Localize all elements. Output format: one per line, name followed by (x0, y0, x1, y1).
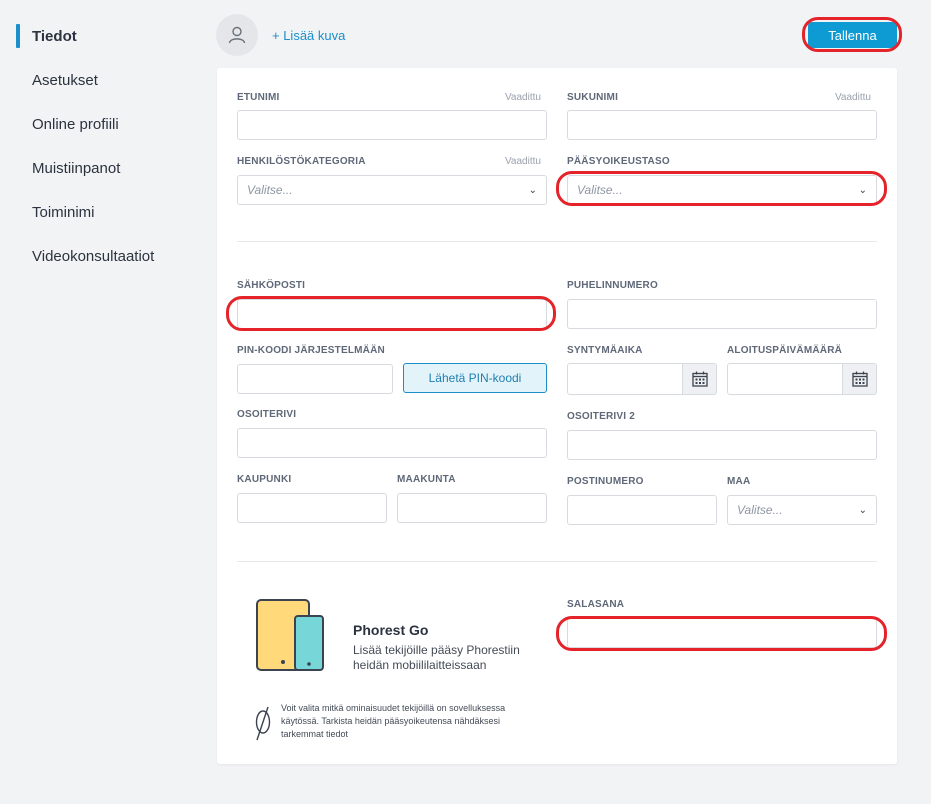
phorest-go-description: Lisää tekijöille pääsy Phorestiin heidän… (353, 643, 520, 672)
address2-input[interactable] (567, 430, 877, 460)
access-level-select[interactable]: Valitse... ⌄ (567, 175, 877, 205)
country-label: MAA (727, 476, 751, 487)
address2-label: OSOITERIVI 2 (567, 411, 635, 422)
section-divider (237, 241, 877, 242)
phorest-go-note: Voit valita mitkä ominaisuudet tekijöill… (281, 703, 506, 739)
email-input[interactable] (237, 299, 547, 329)
phorest-go-title: Phorest Go (353, 622, 429, 638)
phone-input[interactable] (567, 299, 877, 329)
staff-category-label: HENKILÖSTÖKATEGORIA (237, 156, 366, 167)
calendar-icon (691, 371, 708, 387)
sidebar-item-online-profiili[interactable]: Online profiili (32, 116, 119, 133)
pin-label: PIN-KOODI JÄRJESTELMÄÄN (237, 345, 385, 356)
birthday-calendar-button[interactable] (683, 363, 717, 395)
country-placeholder: Valitse... (737, 503, 783, 517)
no-mobile-icon (255, 706, 271, 741)
sidebar-item-tiedot[interactable]: Tiedot (32, 28, 77, 45)
start-date-label: ALOITUSPÄIVÄMÄÄRÄ (727, 345, 843, 356)
send-pin-button[interactable]: Lähetä PIN-koodi (403, 363, 547, 393)
access-level-placeholder: Valitse... (577, 183, 623, 197)
first-name-label: ETUNIMI (237, 92, 280, 103)
staff-category-select[interactable]: Valitse... ⌄ (237, 175, 547, 205)
last-name-required: Vaadittu (835, 92, 871, 103)
city-input[interactable] (237, 493, 387, 523)
phone-tablet-illustration-icon (256, 599, 324, 671)
sidebar-item-muistiinpanot[interactable]: Muistiinpanot (32, 160, 120, 177)
start-date-input[interactable] (727, 363, 843, 395)
address1-label: OSOITERIVI (237, 409, 297, 420)
chevron-down-icon: ⌄ (858, 184, 867, 196)
section-divider (237, 561, 877, 562)
profile-form-card: ETUNIMI Vaadittu SUKUNIMI Vaadittu HENKI… (217, 68, 897, 764)
region-input[interactable] (397, 493, 547, 523)
chevron-down-icon: ⌄ (528, 184, 537, 196)
access-level-label: PÄÄSYOIKEUSTASO (567, 156, 670, 167)
staff-category-required: Vaadittu (505, 156, 541, 167)
user-icon (228, 26, 246, 44)
phone-label: PUHELINNUMERO (567, 280, 658, 291)
last-name-input[interactable] (567, 110, 877, 140)
avatar[interactable] (216, 14, 258, 56)
last-name-label: SUKUNIMI (567, 92, 619, 103)
sidebar-item-toiminimi[interactable]: Toiminimi (32, 204, 95, 221)
chevron-down-icon: ⌄ (858, 504, 867, 516)
postcode-input[interactable] (567, 495, 717, 525)
region-label: MAAKUNTA (397, 474, 456, 485)
sidebar-item-videokonsultaatiot[interactable]: Videokonsultaatiot (32, 248, 154, 265)
birthday-label: SYNTYMÄAIKA (567, 345, 643, 356)
calendar-icon (851, 371, 868, 387)
password-input[interactable] (567, 618, 877, 648)
active-indicator (16, 24, 20, 48)
first-name-input[interactable] (237, 110, 547, 140)
start-date-calendar-button[interactable] (843, 363, 877, 395)
first-name-required: Vaadittu (505, 92, 541, 103)
email-label: SÄHKÖPOSTI (237, 280, 306, 291)
password-label: SALASANA (567, 599, 625, 610)
sidebar-item-asetukset[interactable]: Asetukset (32, 72, 98, 89)
city-label: KAUPUNKI (237, 474, 292, 485)
country-select[interactable]: Valitse... ⌄ (727, 495, 877, 525)
address1-input[interactable] (237, 428, 547, 458)
birthday-input[interactable] (567, 363, 683, 395)
pin-input[interactable] (237, 364, 393, 394)
staff-category-placeholder: Valitse... (247, 183, 293, 197)
save-button[interactable]: Tallenna (808, 22, 897, 48)
postcode-label: POSTINUMERO (567, 476, 644, 487)
add-photo-link[interactable]: + Lisää kuva (272, 28, 345, 43)
